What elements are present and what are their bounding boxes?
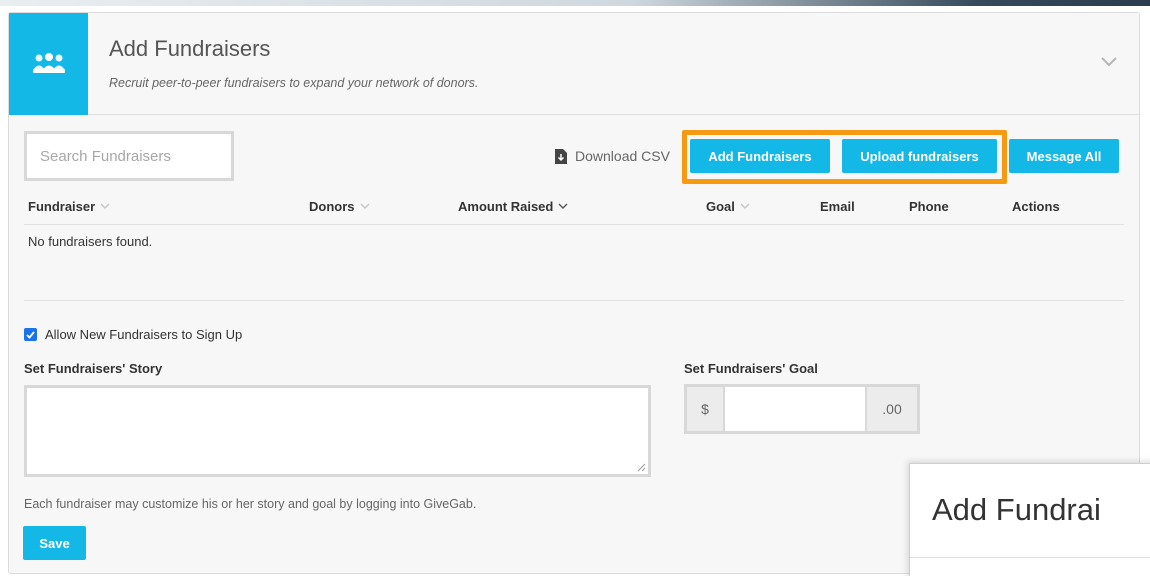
window-top-bar <box>0 0 1150 6</box>
allow-signup-row[interactable]: Allow New Fundraisers to Sign Up <box>24 327 242 342</box>
currency-prefix: $ <box>687 387 725 431</box>
story-label: Set Fundraisers' Story <box>24 361 163 376</box>
column-header-goal[interactable]: Goal <box>706 199 750 214</box>
group-icon <box>32 53 65 73</box>
customize-note: Each fundraiser may customize his or her… <box>24 497 477 511</box>
column-label: Phone <box>909 199 949 214</box>
panel-header[interactable]: Add Fundraisers Recruit peer-to-peer fun… <box>9 13 1139 115</box>
message-all-button[interactable]: Message All <box>1009 139 1119 173</box>
zoom-callout: Add Fundrai <box>909 463 1150 576</box>
sort-chevron-icon <box>740 203 750 209</box>
zoom-callout-divider <box>910 557 1150 558</box>
goal-input-group: $ .00 <box>684 384 920 434</box>
sort-chevron-icon <box>360 203 369 209</box>
column-header-actions: Actions <box>1012 199 1060 214</box>
zoom-callout-title: Add Fundrai <box>932 492 1101 527</box>
resize-handle-icon[interactable] <box>637 463 646 472</box>
sort-chevron-icon <box>558 203 568 209</box>
goal-amount-input[interactable] <box>725 387 865 431</box>
column-header-amount-raised[interactable]: Amount Raised <box>458 199 568 214</box>
download-csv-label: Download CSV <box>575 148 670 164</box>
column-header-email: Email <box>820 199 855 214</box>
goal-label: Set Fundraisers' Goal <box>684 361 818 376</box>
file-download-icon <box>555 148 567 164</box>
save-button[interactable]: Save <box>23 526 86 560</box>
chevron-down-icon[interactable] <box>1099 53 1119 69</box>
checkmark-icon <box>26 330 35 339</box>
column-header-phone: Phone <box>909 199 949 214</box>
empty-table-message: No fundraisers found. <box>28 234 153 249</box>
cents-suffix: .00 <box>865 387 917 431</box>
table-header-divider <box>24 224 1124 225</box>
column-label: Goal <box>706 199 735 214</box>
column-header-fundraiser[interactable]: Fundraiser <box>28 199 110 214</box>
column-label: Amount Raised <box>458 199 554 214</box>
column-label: Email <box>820 199 855 214</box>
allow-signup-checkbox[interactable] <box>24 328 37 341</box>
column-label: Actions <box>1012 199 1060 214</box>
sort-chevron-icon <box>100 203 110 209</box>
page-title: Add Fundraisers <box>109 36 271 61</box>
download-csv-link[interactable]: Download CSV <box>555 148 670 164</box>
page-subtitle: Recruit peer-to-peer fundraisers to expa… <box>109 76 479 90</box>
search-input[interactable] <box>24 131 234 181</box>
story-textarea[interactable] <box>24 385 651 477</box>
column-label: Fundraiser <box>28 199 96 214</box>
header-icon-box <box>9 13 88 115</box>
column-header-donors[interactable]: Donors <box>309 199 370 214</box>
highlight-box <box>682 130 1007 184</box>
allow-signup-label: Allow New Fundraisers to Sign Up <box>45 327 243 342</box>
column-label: Donors <box>309 199 355 214</box>
section-divider <box>24 300 1124 301</box>
